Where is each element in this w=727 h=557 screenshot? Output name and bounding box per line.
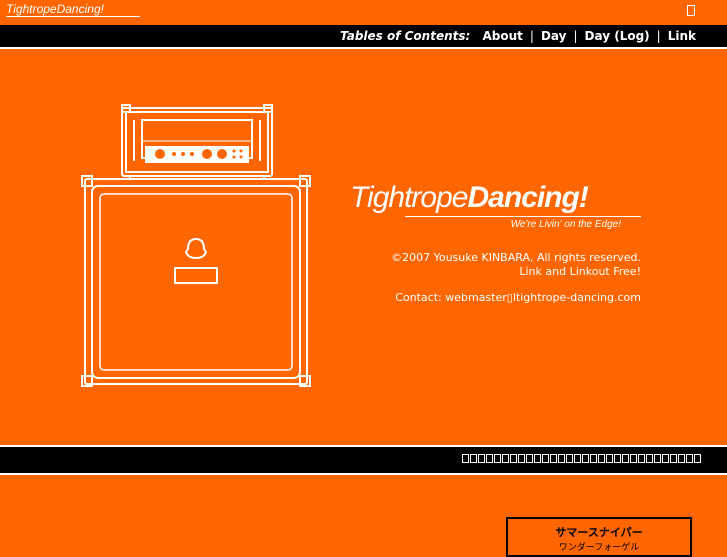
missing-glyph-box: [510, 454, 517, 463]
missing-glyph-box: [486, 454, 493, 463]
missing-glyph-box: [598, 454, 605, 463]
missing-glyph-box: [574, 454, 581, 463]
missing-glyph-box: [566, 454, 573, 463]
missing-glyph-box: [470, 454, 477, 463]
brand-light-text: Tightrope: [350, 181, 468, 214]
missing-glyph-box: [654, 454, 661, 463]
missing-glyph-box: [646, 454, 653, 463]
missing-glyph-box: [462, 454, 469, 463]
missing-glyph-box: [582, 454, 589, 463]
nav-link-day-log[interactable]: Day (Log): [585, 29, 650, 43]
tagline: We're Livin' on the Edge!: [510, 219, 621, 230]
missing-glyph-box: [694, 454, 701, 463]
missing-glyph-box: [678, 454, 685, 463]
footer-bar: [0, 445, 727, 475]
missing-glyph-box: [590, 454, 597, 463]
site-logo-link[interactable]: TightropeDancing!: [6, 2, 140, 17]
missing-glyph-box: [558, 454, 565, 463]
site-info: ©2007 Yousuke KINBARA, All rights reserv…: [391, 251, 641, 305]
top-bar: TightropeDancing!: [0, 0, 727, 24]
guitar-amp-stack-illustration: [81, 104, 311, 387]
missing-glyph-box: [630, 454, 637, 463]
missing-glyph-box: [502, 454, 509, 463]
missing-glyph-box: [622, 454, 629, 463]
brand-underline: [405, 216, 641, 217]
link-policy-text: Link and Linkout Free!: [519, 265, 641, 278]
brand-logo: TightropeDancing!: [350, 180, 589, 216]
music-widget[interactable]: サマースナイパー ワンダーフォーゲル: [506, 517, 692, 557]
missing-glyph-box: [606, 454, 613, 463]
missing-glyph-box: [518, 454, 525, 463]
nav-link-about[interactable]: About: [483, 29, 523, 43]
widget-title: サマースナイパー: [555, 526, 643, 539]
square-glyph-icon: [687, 5, 695, 16]
missing-glyph-box: [686, 454, 693, 463]
missing-glyph-box: [670, 454, 677, 463]
copyright-text: ©2007 Yousuke KINBARA, All rights reserv…: [391, 251, 641, 264]
missing-glyph-box: [534, 454, 541, 463]
missing-glyph-box: [542, 454, 549, 463]
missing-glyph-box: [494, 454, 501, 463]
missing-glyph-text: [462, 454, 701, 463]
nav-separator: |: [529, 29, 534, 43]
missing-glyph-box: [662, 454, 669, 463]
nav-menu: Tables of Contents: About | Day | Day (Log) |…: [340, 29, 696, 43]
brand-bold-text: Dancing!: [467, 181, 588, 214]
nav-link-link[interactable]: Link: [668, 29, 696, 43]
contact-email[interactable]: Contact: webmaster▯ltightrope-dancing.co…: [391, 291, 641, 305]
missing-glyph-box: [550, 454, 557, 463]
missing-glyph-box: [478, 454, 485, 463]
nav-separator: |: [656, 29, 661, 43]
nav-link-day[interactable]: Day: [541, 29, 567, 43]
nav-bar: Tables of Contents: About | Day | Day (Log) |…: [0, 25, 727, 49]
missing-glyph-box: [614, 454, 621, 463]
widget-subtitle: ワンダーフォーゲル: [558, 543, 640, 553]
nav-separator: |: [573, 29, 578, 43]
nav-title: Tables of Contents:: [339, 29, 471, 43]
missing-glyph-box: [638, 454, 645, 463]
missing-glyph-box: [526, 454, 533, 463]
